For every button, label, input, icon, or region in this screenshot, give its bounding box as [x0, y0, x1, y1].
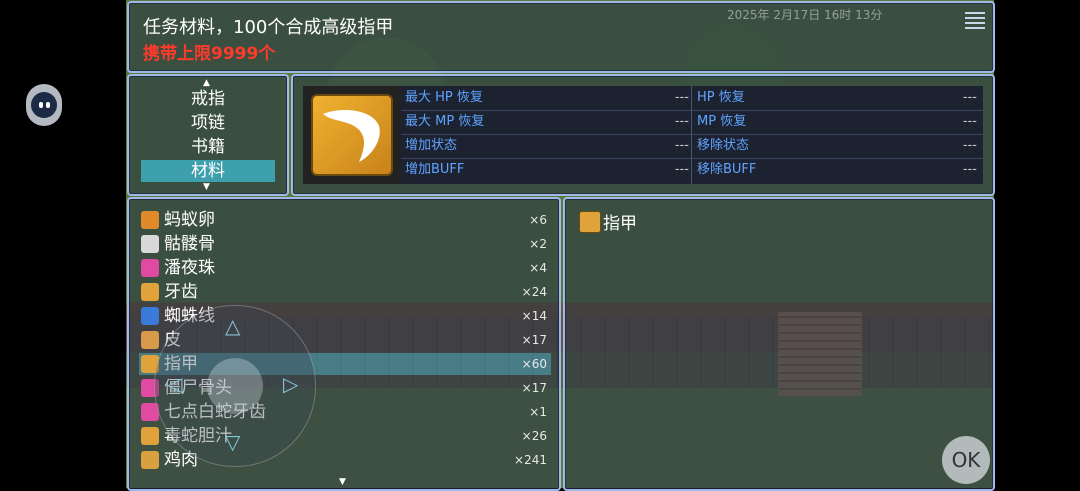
category-book[interactable]: 书籍: [141, 136, 275, 158]
effect-value: ---: [962, 138, 977, 153]
arrow-right-icon[interactable]: ▷: [283, 372, 298, 396]
pearl-icon: [141, 259, 159, 277]
spider-web-icon: [141, 307, 159, 325]
effect-value: ---: [674, 90, 689, 105]
effect-value: ---: [674, 138, 689, 153]
item-quantity: ×17: [521, 381, 547, 395]
category-window: ▲ 戒指 项链 书籍 材料 ▼: [127, 74, 289, 196]
ant-egg-icon: [141, 211, 159, 229]
result-item-name: 指甲: [603, 214, 637, 234]
robot-icon: [31, 92, 57, 118]
virtual-joystick[interactable]: △ ▷ ▽ ◁: [154, 305, 316, 467]
chicken-icon: [141, 451, 159, 469]
item-name: 骷髅骨: [164, 234, 215, 254]
effect-value: ---: [962, 114, 977, 129]
item-icon-frame: [303, 86, 401, 184]
claw-icon: [311, 94, 393, 176]
item-detail-window: 最大 HP 恢复 --- HP 恢复 --- 最大 MP 恢复 --- MP 恢…: [291, 74, 995, 196]
effect-value: ---: [962, 90, 977, 105]
item-quantity: ×60: [521, 357, 547, 371]
item-quantity: ×6: [529, 213, 547, 227]
item-quantity: ×4: [529, 261, 547, 275]
scroll-up-icon[interactable]: ▲: [203, 78, 210, 88]
carry-limit: 携带上限9999个: [143, 44, 276, 64]
effect-value: ---: [674, 114, 689, 129]
item-name: 潘夜珠: [164, 258, 215, 278]
list-item[interactable]: 潘夜珠 ×4: [139, 257, 551, 279]
item-quantity: ×1: [529, 405, 547, 419]
list-item[interactable]: 牙齿 ×24: [139, 281, 551, 303]
hide-icon: [141, 331, 159, 349]
assistant-float-button[interactable]: [26, 84, 62, 126]
tooth-icon: [141, 283, 159, 301]
help-window: 任务材料，100个合成高级指甲 携带上限9999个 2025年 2月17日 16…: [127, 1, 995, 73]
item-quantity: ×17: [521, 333, 547, 347]
scroll-down-icon[interactable]: ▼: [203, 182, 210, 192]
effect-label: 增加BUFF: [405, 162, 465, 177]
arrow-left-icon[interactable]: ◁: [167, 372, 182, 396]
item-quantity: ×2: [529, 237, 547, 251]
venom-icon: [141, 427, 159, 445]
ok-button[interactable]: OK: [942, 436, 990, 484]
effect-label: 移除状态: [697, 138, 750, 153]
effect-row: 最大 MP 恢复 --- MP 恢复 ---: [401, 110, 983, 134]
category-material[interactable]: 材料: [141, 160, 275, 182]
effect-row: 最大 HP 恢复 --- HP 恢复 ---: [401, 86, 983, 110]
item-description: 任务材料，100个合成高级指甲: [143, 17, 394, 38]
item-quantity: ×241: [514, 453, 547, 467]
scroll-down-icon[interactable]: ▼: [339, 477, 346, 487]
effect-label: MP 恢复: [697, 114, 747, 129]
effect-label: 最大 HP 恢复: [405, 90, 483, 105]
item-name: 蚂蚁卵: [164, 210, 215, 230]
effect-label: 最大 MP 恢复: [405, 114, 485, 129]
claw-icon: [579, 211, 601, 233]
list-item[interactable]: 骷髅骨 ×2: [139, 233, 551, 255]
effect-value: ---: [962, 162, 977, 177]
effect-value: ---: [674, 162, 689, 177]
effect-label: HP 恢复: [697, 90, 745, 105]
list-item[interactable]: 蚂蚁卵 ×6: [139, 209, 551, 231]
effect-row: 增加状态 --- 移除状态 ---: [401, 134, 983, 158]
effect-label: 增加状态: [405, 138, 458, 153]
item-quantity: ×14: [521, 309, 547, 323]
item-name: 牙齿: [164, 282, 198, 302]
category-ring[interactable]: 戒指: [141, 88, 275, 110]
effect-label: 移除BUFF: [697, 162, 757, 177]
item-quantity: ×24: [521, 285, 547, 299]
category-necklace[interactable]: 项链: [141, 112, 275, 134]
arrow-down-icon[interactable]: ▽: [225, 430, 240, 454]
menu-icon[interactable]: [965, 9, 985, 29]
skull-icon: [141, 235, 159, 253]
effect-row: 增加BUFF --- 移除BUFF ---: [401, 158, 983, 182]
arrow-up-icon[interactable]: △: [225, 314, 240, 338]
item-quantity: ×26: [521, 429, 547, 443]
effect-table: 最大 HP 恢复 --- HP 恢复 --- 最大 MP 恢复 --- MP 恢…: [401, 86, 983, 184]
result-window: 指甲: [563, 197, 995, 491]
game-clock: 2025年 2月17日 16时 13分: [727, 8, 883, 22]
joystick-knob[interactable]: [207, 358, 263, 414]
